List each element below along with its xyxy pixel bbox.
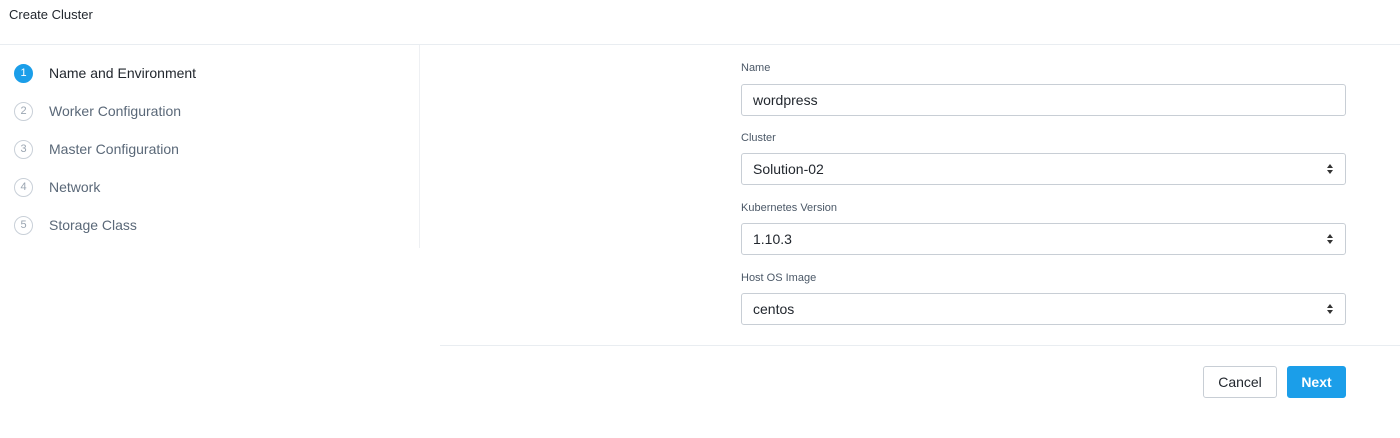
host-os-image-value: centos [753, 301, 795, 317]
step-label-3: Master Configuration [49, 141, 179, 157]
host-os-image-select[interactable]: centos [741, 293, 1346, 325]
step-number-4: 4 [14, 177, 33, 197]
name-label: Name [741, 62, 771, 74]
cluster-select-value: Solution-02 [753, 161, 824, 177]
dialog-title: Create Cluster [9, 7, 93, 22]
host-os-image-label: Host OS Image [741, 272, 817, 284]
step-master-configuration[interactable]: 3 Master Configuration [14, 138, 179, 160]
cluster-select[interactable]: Solution-02 [741, 153, 1346, 185]
wizard-steps: 1 Name and Environment 2 Worker Configur… [0, 45, 420, 248]
name-input[interactable]: wordpress [741, 84, 1346, 116]
kubernetes-version-label: Kubernetes Version [741, 202, 838, 214]
step-label-4: Network [49, 179, 101, 195]
select-arrows-icon [1326, 163, 1334, 175]
step-name-and-environment[interactable]: 1 Name and Environment [14, 62, 196, 84]
kubernetes-version-value: 1.10.3 [753, 231, 792, 247]
step-number-5: 5 [14, 215, 33, 235]
step-worker-configuration[interactable]: 2 Worker Configuration [14, 100, 181, 122]
step-number-1: 1 [14, 63, 33, 83]
step-storage-class[interactable]: 5 Storage Class [14, 214, 137, 236]
step-label-1: Name and Environment [49, 65, 197, 81]
footer-divider [440, 345, 1400, 346]
select-arrows-icon [1326, 233, 1334, 245]
step-network[interactable]: 4 Network [14, 176, 100, 198]
dialog-header: Create Cluster [0, 0, 1400, 45]
cancel-button[interactable]: Cancel [1203, 366, 1277, 398]
step-label-2: Worker Configuration [49, 103, 182, 119]
step-label-5: Storage Class [49, 217, 137, 233]
cluster-label: Cluster [741, 132, 776, 144]
select-arrows-icon [1326, 303, 1334, 315]
step-number-2: 2 [14, 101, 33, 121]
kubernetes-version-select[interactable]: 1.10.3 [741, 223, 1346, 255]
step-number-3: 3 [14, 139, 33, 159]
next-button[interactable]: Next [1287, 366, 1346, 398]
